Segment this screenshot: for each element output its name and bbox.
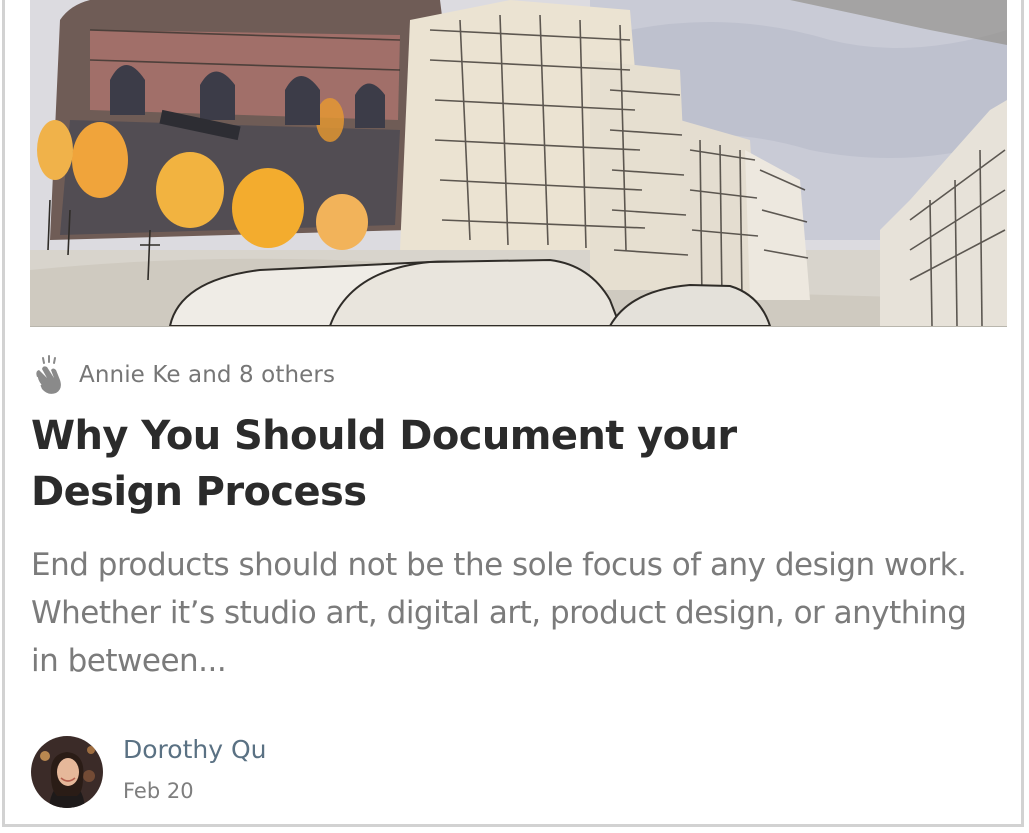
author-meta: Dorothy Qu Feb 20 xyxy=(123,735,266,807)
post-title[interactable]: Why You Should Document your Design Proc… xyxy=(31,408,791,520)
post-date[interactable]: Feb 20 xyxy=(123,775,266,807)
hero-image[interactable] xyxy=(30,0,1007,327)
excerpt-line-2: Whether it’s studio art, digital art, pr… xyxy=(31,595,967,631)
post-title-line-2: Design Process xyxy=(31,469,367,515)
author-name-link[interactable]: Dorothy Qu xyxy=(123,733,266,767)
recommend-summary[interactable]: Annie Ke and 8 others xyxy=(31,355,335,395)
post-title-line-1: Why You Should Document your xyxy=(31,413,737,459)
author-row: Dorothy Qu Feb 20 xyxy=(31,734,266,810)
street-sketch-illustration xyxy=(30,0,1007,326)
recommend-text: Annie Ke and 8 others xyxy=(79,362,336,388)
excerpt-line-1: End products should not be the sole focu… xyxy=(31,547,967,583)
clap-icon xyxy=(31,355,67,395)
post-excerpt[interactable]: End products should not be the sole focu… xyxy=(31,541,1021,685)
avatar[interactable] xyxy=(31,736,103,808)
excerpt-line-3: in between... xyxy=(31,643,227,679)
post-card[interactable]: Annie Ke and 8 others Why You Should Doc… xyxy=(2,0,1024,827)
